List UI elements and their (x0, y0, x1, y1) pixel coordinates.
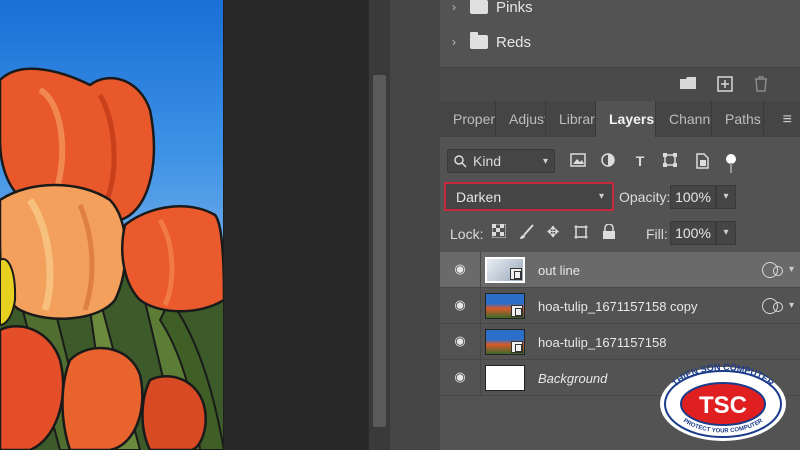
chevron-down-icon: ▾ (598, 191, 604, 202)
panel-menu-icon[interactable]: ≡ (783, 111, 792, 129)
image-filter-icon[interactable] (570, 153, 586, 169)
smart-object-icon (510, 268, 522, 280)
tab-channels[interactable]: Channe (656, 101, 712, 137)
chevron-right-icon[interactable]: › (452, 0, 462, 14)
eye-icon[interactable]: ◉ (452, 298, 468, 311)
chevron-down-icon: ▾ (542, 155, 548, 167)
swatch-folder-pinks[interactable]: › Pinks (440, 0, 800, 24)
type-filter-icon[interactable]: T (632, 153, 648, 169)
blend-mode-select[interactable]: Darken ▾ (444, 182, 614, 211)
logo-center-text: TSC (699, 392, 747, 419)
canvas-pasteboard (224, 0, 368, 450)
swatches-toolbar (440, 67, 800, 101)
lock-all-icon[interactable] (600, 223, 618, 242)
tab-layers[interactable]: Layers (596, 101, 656, 137)
layer-thumbnail (485, 365, 525, 391)
smart-object-icon (511, 305, 523, 317)
layer-filter-row: Kind ▾ T (440, 146, 800, 176)
shape-filter-icon[interactable] (662, 153, 678, 169)
opacity-dropdown[interactable]: ▾ (716, 185, 736, 209)
layer-divider (480, 324, 481, 360)
chevron-down-icon[interactable]: ▾ (789, 264, 794, 275)
smart-filter-link-icon[interactable] (762, 298, 783, 314)
kind-label: Kind (473, 153, 502, 169)
canvas-scrollbar[interactable] (368, 0, 390, 450)
trash-icon[interactable] (752, 76, 770, 92)
layer-name[interactable]: Background (538, 371, 607, 386)
new-folder-icon[interactable] (679, 76, 697, 92)
swatch-folder-label: Reds (496, 33, 532, 51)
eye-icon[interactable]: ◉ (452, 370, 468, 383)
layer-divider (480, 360, 481, 396)
swatch-folder-label: Pinks (496, 0, 533, 16)
chevron-right-icon[interactable]: › (452, 35, 462, 49)
layer-divider (480, 252, 481, 288)
tulip-painting (0, 0, 223, 450)
eye-icon[interactable]: ◉ (452, 262, 468, 275)
chevron-down-icon[interactable]: ▾ (789, 300, 794, 311)
blend-row: Darken ▾ Opacity: 100% ▾ (440, 180, 800, 212)
new-swatch-icon[interactable] (716, 76, 734, 92)
layer-row[interactable]: ◉ hoa-tulip_1671157158 copy ▾ (440, 288, 800, 324)
layer-name[interactable]: out line (538, 263, 580, 278)
lock-row: Lock: ✥ Fill: 100% ▾ (440, 218, 800, 248)
filter-toggle-icon[interactable] (723, 153, 739, 173)
folder-icon (470, 32, 488, 49)
blend-mode-value: Darken (456, 188, 502, 205)
tsc-logo: THIEN SON COMPUTER TSC PROTECT YOUR COMP… (660, 362, 786, 441)
scrollbar-thumb[interactable] (373, 75, 386, 427)
layer-thumbnail (485, 329, 525, 355)
lock-position-icon[interactable]: ✥ (544, 224, 562, 242)
fill-dropdown[interactable]: ▾ (716, 221, 736, 245)
lock-transparent-icon[interactable] (490, 223, 508, 242)
layer-thumbnail (485, 257, 525, 283)
layer-name[interactable]: hoa-tulip_1671157158 copy (538, 299, 698, 314)
folder-icon (470, 0, 488, 14)
layer-divider (480, 288, 481, 324)
lock-artboard-icon[interactable] (572, 224, 590, 242)
panel-tabs: Proper Adjust Librari Layers Channe Path… (440, 101, 800, 137)
fill-input[interactable]: 100% (670, 221, 716, 245)
smart-filter-link-icon[interactable] (762, 262, 783, 278)
smart-object-filter-icon[interactable] (694, 153, 710, 169)
panel-divider (390, 0, 440, 450)
kind-filter-select[interactable]: Kind ▾ (447, 149, 555, 173)
tab-adjustments[interactable]: Adjust (496, 101, 546, 137)
lock-image-icon[interactable] (518, 224, 536, 242)
tab-paths[interactable]: Paths (712, 101, 764, 137)
layer-name[interactable]: hoa-tulip_1671157158 (538, 335, 666, 350)
layer-row[interactable]: ◉ out line ▾ (440, 252, 800, 288)
layer-row[interactable]: ◉ hoa-tulip_1671157158 (440, 324, 800, 360)
swatch-folder-reds[interactable]: › Reds (440, 25, 800, 59)
tab-libraries[interactable]: Librari (546, 101, 596, 137)
smart-object-icon (511, 341, 523, 353)
opacity-label: Opacity: (619, 189, 671, 205)
opacity-input[interactable]: 100% (670, 185, 716, 209)
adjustment-filter-icon[interactable] (600, 153, 616, 169)
canvas-artwork[interactable] (0, 0, 224, 450)
search-icon (454, 154, 467, 168)
layer-thumbnail (485, 293, 525, 319)
fill-label: Fill: (646, 226, 668, 242)
eye-icon[interactable]: ◉ (452, 334, 468, 347)
tab-properties[interactable]: Proper (440, 101, 496, 137)
lock-label: Lock: (450, 226, 484, 242)
